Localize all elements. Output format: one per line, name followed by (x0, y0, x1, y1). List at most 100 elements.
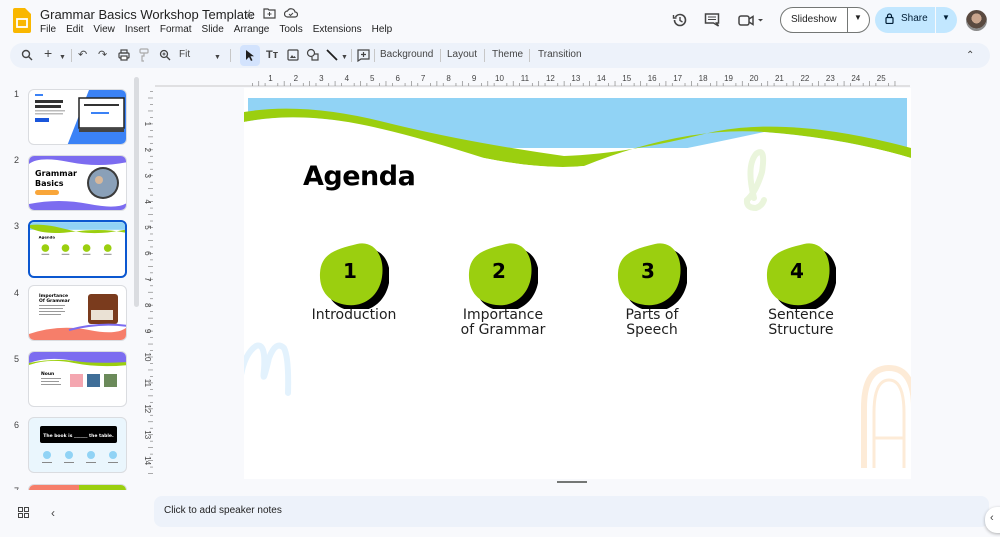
menu-extensions[interactable]: Extensions (313, 24, 362, 35)
zoom-dropdown-icon[interactable]: ▼ (214, 51, 221, 65)
line-dropdown-icon[interactable]: ▼ (341, 51, 348, 65)
ruler-label: 3 (143, 173, 152, 178)
new-slide-icon[interactable]: + (44, 46, 52, 60)
menu-view[interactable]: View (93, 24, 115, 35)
item-label: Structure (768, 322, 834, 338)
new-slide-dropdown-icon[interactable]: ▼ (59, 51, 66, 65)
zoom-select[interactable]: Fit (179, 49, 190, 60)
cloud-saved-icon[interactable] (283, 7, 298, 19)
menu-format[interactable]: Format (160, 24, 192, 35)
ruler-label: 1 (143, 122, 152, 127)
item-number: 2 (492, 259, 506, 283)
collapse-toolbar-icon[interactable]: ⌃ (966, 49, 974, 63)
slideshow-label: Slideshow (791, 14, 837, 25)
toolbar-separator (71, 49, 72, 62)
menu-tools[interactable]: Tools (279, 24, 302, 35)
undo-icon[interactable]: ↶ (78, 48, 87, 62)
ruler-label: 16 (648, 74, 657, 83)
text-box-icon[interactable]: Tт (266, 48, 278, 62)
transition-button[interactable]: Transition (538, 49, 582, 60)
slide-canvas[interactable]: Agenda 1 Introduction 2 Importance of Gramma… (244, 88, 911, 479)
search-menus-icon[interactable] (21, 49, 33, 61)
slide-number: 1 (14, 89, 20, 99)
slide-title[interactable]: Agenda (303, 161, 416, 192)
slide-thumbnail-5[interactable]: Noun (28, 351, 127, 407)
menu-slide[interactable]: Slide (202, 24, 224, 35)
avatar[interactable] (966, 10, 987, 31)
document-title[interactable]: Grammar Basics Workshop Template (40, 7, 255, 22)
ruler-label: 14 (143, 456, 152, 465)
layout-button[interactable]: Layout (447, 49, 477, 60)
notes-resize-handle[interactable] (557, 481, 587, 483)
menu-insert[interactable]: Insert (125, 24, 150, 35)
svg-text:The book is ______ the table.: The book is ______ the table. (43, 433, 114, 439)
version-history-icon[interactable] (671, 11, 689, 29)
thumbnail-preview: Agenda (30, 222, 125, 255)
agenda-item[interactable]: 3 Parts of Speech (582, 241, 722, 339)
lock-icon (885, 13, 894, 24)
menu-arrange[interactable]: Arrange (234, 24, 270, 35)
slide-thumbnail-6[interactable]: The book is ______ the table. (28, 417, 127, 473)
slide-thumbnail-7[interactable] (28, 484, 127, 490)
share-button[interactable]: Share ▼ (875, 7, 957, 33)
ruler-label: 24 (851, 74, 860, 83)
google-slides-logo[interactable] (13, 8, 31, 33)
zoom-icon[interactable] (159, 49, 171, 61)
select-tool-button[interactable] (240, 45, 260, 66)
video-call-icon[interactable] (737, 11, 765, 29)
chevron-left-icon: ‹ (990, 512, 994, 524)
redo-icon[interactable]: ↷ (98, 48, 107, 62)
star-icon[interactable]: ☆ (244, 7, 255, 21)
grid-view-icon[interactable] (18, 507, 29, 518)
agenda-item[interactable]: 2 Importance of Grammar (433, 241, 573, 339)
ruler-label: 13 (143, 430, 152, 439)
item-label: Speech (626, 322, 678, 338)
svg-text:Basics: Basics (35, 179, 64, 188)
slide-thumbnail-4[interactable]: Importance Of Grammar (28, 285, 127, 341)
slide-number: 7 (14, 486, 19, 490)
slideshow-dropdown-icon[interactable]: ▼ (854, 13, 862, 22)
add-comment-icon[interactable] (357, 49, 370, 62)
toolbar-separator (374, 49, 375, 62)
menu-file[interactable]: File (40, 24, 56, 35)
background-button[interactable]: Background (380, 49, 433, 60)
print-icon[interactable] (118, 49, 130, 61)
ruler-label: 3 (319, 74, 324, 83)
slide-number: 2 (14, 155, 20, 165)
slide-number: 6 (14, 420, 20, 430)
comments-icon[interactable] (703, 11, 721, 29)
agenda-item[interactable]: 1 Introduction (284, 241, 424, 324)
item-number: 3 (641, 259, 655, 283)
slide-thumbnail-1[interactable] (28, 89, 127, 145)
menu-bar: File Edit View Insert Format Slide Arran… (40, 24, 402, 35)
ruler-label: 11 (143, 379, 152, 388)
toolbar-separator (529, 49, 530, 62)
slideshow-button[interactable]: Slideshow ▼ (780, 7, 870, 33)
share-dropdown-icon[interactable]: ▼ (942, 13, 950, 22)
svg-text:Grammar: Grammar (35, 169, 77, 178)
theme-button[interactable]: Theme (492, 49, 523, 60)
menu-help[interactable]: Help (372, 24, 393, 35)
side-panel-toggle[interactable]: ‹ (985, 507, 1000, 533)
insert-image-icon[interactable] (287, 49, 299, 61)
speaker-notes[interactable]: Click to add speaker notes (154, 496, 989, 527)
shape-icon[interactable] (306, 48, 320, 62)
ruler-label: 17 (673, 74, 682, 83)
slide-thumbnail-3[interactable]: Agenda (28, 220, 127, 278)
slide-number: 4 (14, 288, 20, 298)
menu-edit[interactable]: Edit (66, 24, 83, 35)
paint-format-icon[interactable] (139, 48, 149, 62)
horizontal-ruler: 1 2 3 4 5 6 7 8 9 10 11 12 13 14 15 16 17 18 19 20 21 22 23 24 2… (155, 74, 910, 87)
item-label: of Grammar (460, 322, 546, 338)
agenda-item[interactable]: 4 Sentence Structure (731, 241, 871, 339)
move-to-folder-icon[interactable] (263, 7, 276, 19)
toolbar: + ▼ ↶ ↷ Fit ▼ Tт ▼ Background Layout The… (10, 43, 990, 68)
filmstrip-scrollbar[interactable] (134, 77, 139, 307)
ruler-label: 10 (143, 353, 152, 362)
collapse-filmstrip-icon[interactable]: ‹ (51, 506, 55, 520)
line-icon[interactable] (326, 49, 338, 61)
slide-thumbnail-2[interactable]: Grammar Basics (28, 155, 127, 211)
ruler-label: 7 (421, 74, 426, 83)
ruler-label: 11 (521, 74, 530, 83)
item-number: 1 (343, 259, 357, 283)
